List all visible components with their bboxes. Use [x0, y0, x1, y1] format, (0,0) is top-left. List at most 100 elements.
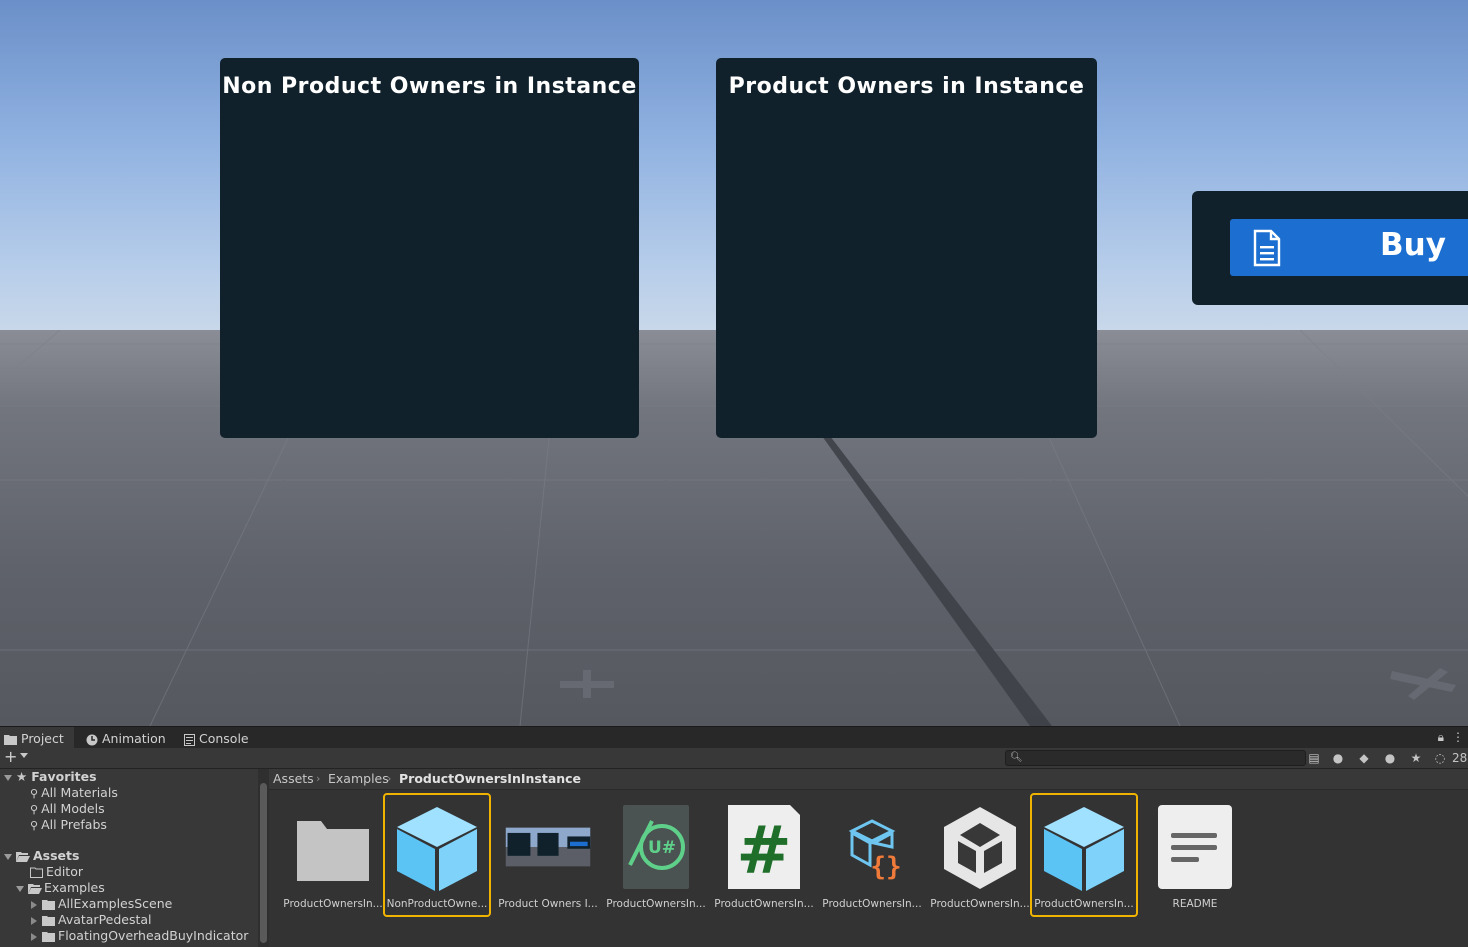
tree-assets[interactable]: Assets — [4, 848, 79, 864]
asset-label: README — [1172, 898, 1218, 910]
filter-by-label-icon[interactable]: ◆ — [1356, 750, 1372, 766]
console-icon — [184, 733, 195, 746]
asset-item[interactable]: NonProductOwne... — [383, 793, 491, 917]
asset-item[interactable]: Product Owners I... — [494, 793, 602, 917]
search-icon: ⚲ — [30, 787, 39, 800]
tab-console-label: Console — [199, 731, 249, 746]
search-by-type-icon[interactable]: ▤ — [1306, 750, 1322, 766]
non-product-owners-panel: Non Product Owners in Instance — [220, 58, 639, 438]
star-icon: ★ — [16, 769, 28, 784]
folder-outline-icon — [30, 867, 43, 878]
tab-project-label: Project — [21, 731, 64, 746]
hidden-packages-eye-icon[interactable]: ◌ — [1432, 750, 1448, 766]
tree-scrollbar-thumb[interactable] — [260, 783, 267, 943]
asset-item[interactable]: U# ProductOwnersIn... — [602, 793, 710, 917]
search-input[interactable]: 🔍︎ — [1005, 750, 1306, 766]
tree-favorite-label: All Materials — [41, 785, 118, 800]
tree-editor-folder[interactable]: Editor — [30, 864, 83, 880]
tree-example-child-label: AllExamplesScene — [58, 896, 173, 911]
tree-favorite-item[interactable]: ⚲ All Prefabs — [30, 817, 107, 833]
breadcrumb-current[interactable]: ProductOwnersInInstance — [399, 769, 581, 788]
csharp-script-icon: # — [728, 805, 800, 889]
collapse-arrow-icon[interactable] — [31, 932, 37, 941]
svg-text:#: # — [736, 812, 791, 889]
prefab-cube-icon — [1044, 807, 1124, 891]
expand-arrow-icon[interactable] — [4, 774, 12, 781]
more-options-icon[interactable]: ⋮ — [1452, 730, 1464, 744]
tab-animation-label: Animation — [102, 731, 166, 746]
hidden-count: 28 — [1452, 751, 1468, 765]
unity-scene-icon — [944, 807, 1016, 889]
tree-example-child[interactable]: FloatingOverheadBuyIndicator — [31, 928, 248, 944]
tree-examples-folder[interactable]: Examples — [16, 880, 105, 896]
document-icon — [1253, 229, 1281, 267]
tree-example-child-label: AvatarPedestal — [58, 912, 152, 927]
asset-label: ProductOwnersIn... — [1034, 898, 1134, 910]
buy-label: Buy — [1380, 227, 1446, 263]
tree-example-child[interactable]: AllExamplesScene — [31, 896, 172, 912]
tree-assets-label: Assets — [33, 848, 80, 863]
project-window: Project Animation Console 🔒︎ ⋮ + 🔍︎ ▤ ● ◆… — [0, 726, 1468, 947]
udon-program-icon: {} — [848, 819, 902, 882]
create-dropdown-caret-icon[interactable] — [20, 753, 28, 758]
log-filter-icon[interactable]: ● — [1382, 750, 1398, 766]
svg-text:{}: {} — [870, 852, 901, 882]
asset-label: NonProductOwne... — [386, 898, 488, 910]
breadcrumb-separator-icon: › — [387, 772, 392, 785]
asset-label: Product Owners I... — [498, 898, 598, 910]
text-document-icon — [1158, 805, 1232, 889]
product-owners-title: Product Owners in Instance — [728, 74, 1085, 99]
tree-favorite-label: All Prefabs — [41, 817, 107, 832]
asset-item[interactable]: ProductOwnersIn... — [279, 793, 387, 917]
collapse-arrow-icon[interactable] — [31, 900, 37, 909]
asset-item[interactable]: # ProductOwnersIn... — [710, 793, 818, 917]
asset-item[interactable]: README — [1141, 793, 1249, 917]
asset-label: ProductOwnersIn... — [930, 898, 1030, 910]
non-product-owners-title: Non Product Owners in Instance — [222, 74, 637, 99]
scene-preview-icon — [505, 827, 591, 867]
tree-editor-label: Editor — [46, 864, 83, 879]
asset-item[interactable]: ProductOwnersIn... — [926, 793, 1034, 917]
asset-label: ProductOwnersIn... — [714, 898, 814, 910]
open-folder-icon — [28, 884, 42, 894]
tree-example-child[interactable]: AvatarPedestal — [31, 912, 152, 928]
asset-item[interactable]: {} ProductOwnersIn... — [818, 793, 926, 917]
asset-grid: Assets › Examples › ProductOwnersInInsta… — [269, 769, 1468, 947]
editor-tab-bar: Project Animation Console 🔒︎ ⋮ — [0, 726, 1468, 749]
tree-favorite-item[interactable]: ⚲ All Materials — [30, 785, 118, 801]
buy-panel: Buy — [1192, 191, 1468, 305]
collapse-arrow-icon[interactable] — [31, 916, 37, 925]
tree-favorites-label: Favorites — [31, 769, 97, 784]
asset-label: ProductOwnersIn... — [606, 898, 706, 910]
create-plus-icon[interactable]: + — [4, 749, 17, 765]
folder-icon — [42, 932, 55, 942]
folder-icon — [42, 916, 55, 926]
favorite-star-icon[interactable]: ★ — [1408, 750, 1424, 766]
search-icon: 🔍︎ — [1010, 752, 1023, 763]
tab-console[interactable]: Console — [180, 727, 264, 749]
breadcrumb-assets[interactable]: Assets — [273, 769, 314, 788]
folder-icon — [4, 735, 17, 745]
asset-label: ProductOwnersIn... — [283, 898, 383, 910]
buy-button[interactable]: Buy — [1230, 219, 1468, 276]
search-icon: ⚲ — [30, 819, 39, 832]
tab-animation[interactable]: Animation — [82, 727, 176, 749]
open-folder-icon — [16, 852, 30, 862]
tree-favorites[interactable]: ★ Favorites — [4, 769, 97, 785]
tab-project[interactable]: Project — [0, 727, 74, 749]
tree-scrollbar[interactable] — [258, 769, 269, 947]
tree-favorite-item[interactable]: ⚲ All Models — [30, 801, 105, 817]
scene-view[interactable]: Non Product Owners in Instance Product O… — [0, 0, 1468, 726]
lock-icon[interactable]: 🔒︎ — [1438, 730, 1444, 744]
breadcrumb-examples[interactable]: Examples — [328, 769, 389, 788]
folder-icon — [297, 821, 369, 881]
project-tree: ★ Favorites ⚲ All Materials ⚲ All Models ⚲ A… — [0, 769, 258, 947]
expand-arrow-icon[interactable] — [16, 885, 24, 892]
expand-arrow-icon[interactable] — [4, 853, 12, 860]
search-icon: ⚲ — [30, 803, 39, 816]
breadcrumb-separator-icon: › — [316, 772, 321, 785]
project-toolbar: + 🔍︎ ▤ ● ◆ ● ★ ◌ 28 — [0, 748, 1468, 769]
tree-example-child-label: FloatingOverheadBuyIndicator — [58, 928, 249, 943]
filter-by-type-icon[interactable]: ● — [1330, 750, 1346, 766]
asset-item[interactable]: ProductOwnersIn... — [1030, 793, 1138, 917]
